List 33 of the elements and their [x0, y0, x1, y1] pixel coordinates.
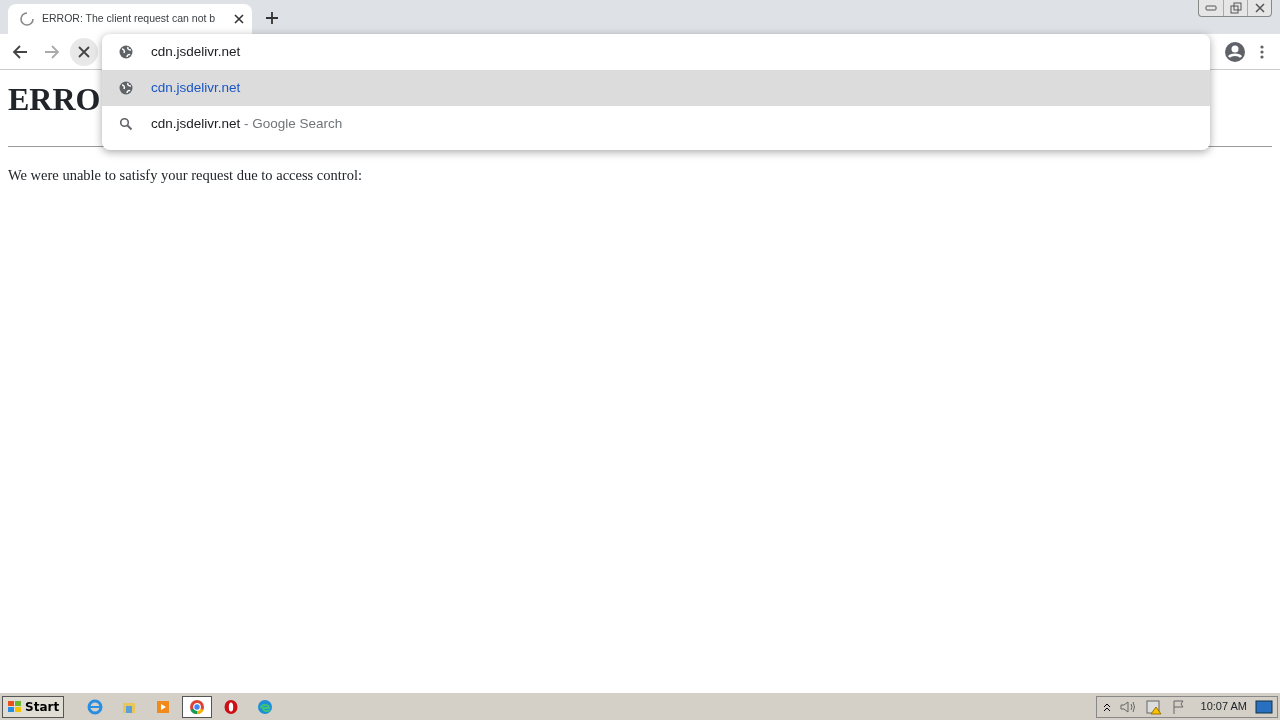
browser-tab[interactable]: ERROR: The client request can not b [8, 4, 252, 34]
address-field[interactable]: cdn.jsdelivr.net [151, 41, 1210, 63]
browser-logo-icon [87, 698, 104, 715]
chevron-up-icon[interactable] [1102, 701, 1111, 712]
globe-icon [119, 81, 133, 95]
suggestion-text: cdn.jsdelivr.net [151, 78, 241, 97]
error-message: We were unable to satisfy your request due to access control: [8, 166, 363, 186]
error-heading: ERRO [8, 80, 101, 119]
browser-logo-icon [189, 698, 206, 715]
forward-arrow-icon [44, 43, 60, 60]
flag-icon[interactable] [1170, 698, 1187, 715]
show-desktop-icon[interactable] [1255, 699, 1273, 714]
taskbar-app-button[interactable] [182, 695, 213, 718]
back-arrow-icon [12, 43, 28, 60]
profile-icon[interactable] [1224, 40, 1246, 63]
play-icon [155, 698, 172, 715]
tab-title: ERROR: The client request can not b [42, 11, 217, 27]
suggestion-text: cdn.jsdelivr.net - Google Search [151, 114, 343, 133]
globe-icon [119, 45, 133, 59]
start-button[interactable]: Start [2, 695, 65, 718]
stop-button[interactable] [70, 37, 98, 66]
browser-logo-icon [223, 698, 240, 715]
network-warning-icon[interactable] [1144, 698, 1163, 715]
clock[interactable]: 10:07 AM [1200, 698, 1247, 715]
suggestion-item[interactable]: cdn.jsdelivr.net - Google Search [102, 106, 1210, 142]
start-logo-icon [7, 699, 23, 714]
suggestion-item[interactable]: cdn.jsdelivr.net [102, 70, 1210, 106]
browser-logo-icon [257, 698, 274, 715]
close-icon [77, 44, 91, 59]
search-icon [119, 117, 133, 131]
close-icon[interactable] [234, 14, 244, 24]
plus-icon [266, 12, 278, 24]
speaker-icon[interactable] [1118, 699, 1137, 714]
